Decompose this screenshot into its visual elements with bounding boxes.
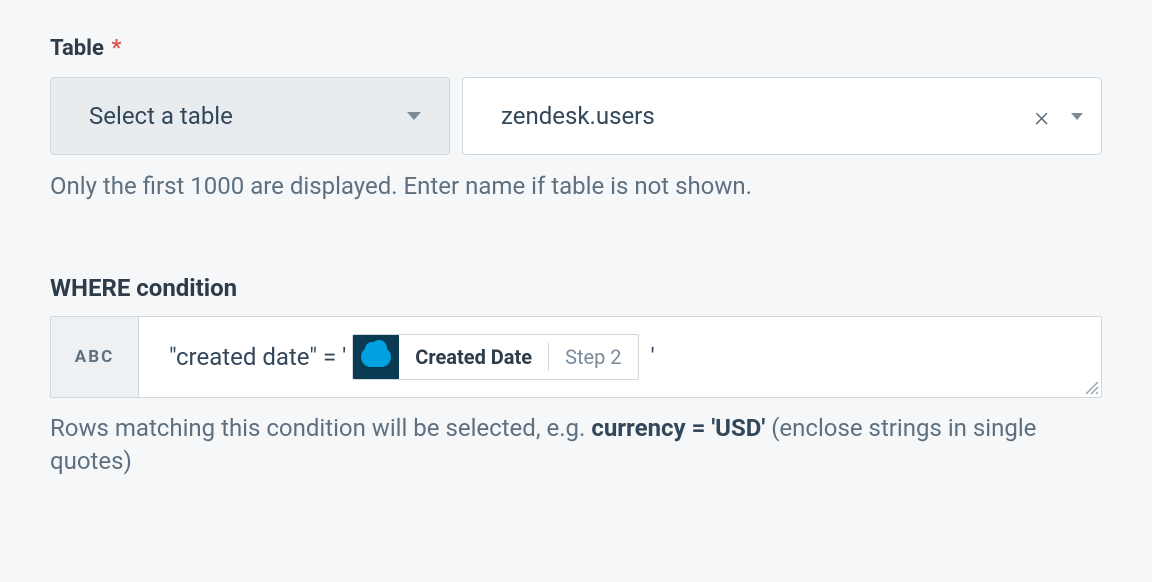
datapill[interactable]: Created Date Step 2 <box>352 334 638 380</box>
where-helper-text: Rows matching this condition will be sel… <box>50 412 1102 479</box>
select-table-dropdown[interactable]: Select a table <box>50 77 450 155</box>
where-helper-example: currency = 'USD' <box>591 414 765 442</box>
clear-icon[interactable]: × <box>1026 100 1057 133</box>
expression-suffix-text: ' <box>651 343 655 371</box>
caret-down-icon <box>407 112 421 120</box>
where-expression-content[interactable]: "created date" = ' Created Date Step 2 ' <box>139 317 1101 397</box>
table-helper-text: Only the first 1000 are displayed. Enter… <box>50 169 1102 204</box>
table-name-input[interactable]: zendesk.users × <box>462 77 1102 155</box>
where-condition-input[interactable]: ABC "created date" = ' Created Date Step… <box>50 316 1102 398</box>
where-helper-pre: Rows matching this condition will be sel… <box>50 414 591 442</box>
expression-prefix-text: "created date" = ' <box>169 343 346 371</box>
table-label-text: Table <box>50 36 104 61</box>
datapill-field-name: Created Date <box>399 345 548 369</box>
type-badge-abc: ABC <box>51 317 139 397</box>
table-name-value: zendesk.users <box>501 102 1026 130</box>
datapill-step-label: Step 2 <box>549 345 637 369</box>
table-input-row: Select a table zendesk.users × <box>50 77 1102 155</box>
dropdown-caret-icon[interactable] <box>1071 113 1083 120</box>
salesforce-icon <box>353 334 399 380</box>
required-asterisk: * <box>111 36 121 61</box>
resize-handle-icon[interactable] <box>1083 379 1099 395</box>
select-table-placeholder: Select a table <box>89 102 233 130</box>
where-label: WHERE condition <box>50 274 1102 302</box>
table-label: Table * <box>50 36 1102 61</box>
